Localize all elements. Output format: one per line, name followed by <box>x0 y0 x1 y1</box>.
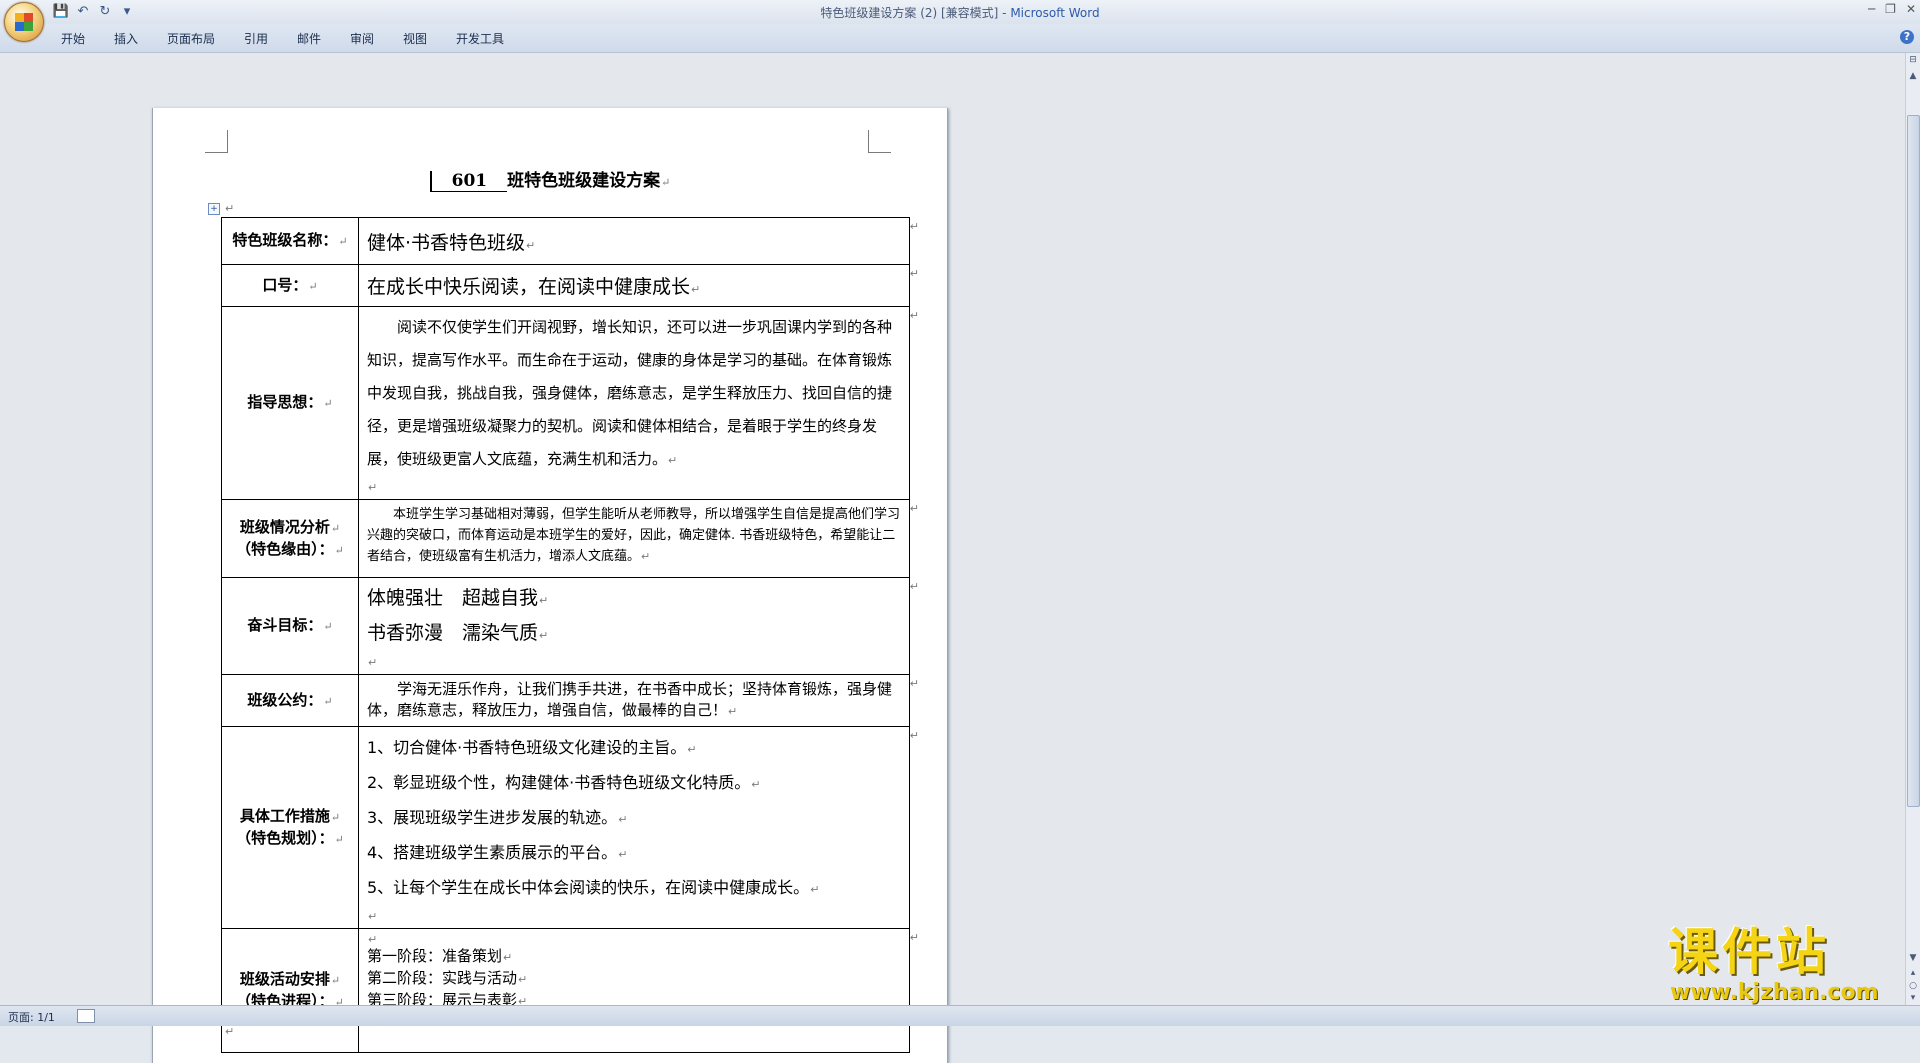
paragraph-mark: ↵ <box>225 202 235 215</box>
title-bar: 💾 ↶ ↻ ▾ 特色班级建设方案 (2) [兼容模式] - Microsoft … <box>0 0 1920 25</box>
office-button[interactable] <box>4 2 44 42</box>
help-icon[interactable]: ? <box>1900 30 1914 44</box>
tab-home[interactable]: 开始 <box>61 30 85 47</box>
list-item[interactable]: 5、让每个学生在成长中体会阅读的快乐，在阅读中健康成长。↵ <box>367 871 901 906</box>
row-content[interactable]: 阅读不仅使学生们开阔视野，增长知识，还可以进一步巩固课内学到的各种知识，提高写作… <box>358 306 919 500</box>
list-item[interactable]: 3、展现班级学生进步发展的轨迹。↵ <box>367 801 901 836</box>
table-row: 班级公约：↵ 学海无涯乐作舟，让我们携手共进，在书香中成长；坚持体育锻炼，强身健… <box>221 674 919 727</box>
row-content[interactable]: 健体·书香特色班级↵ ↵ <box>358 217 919 265</box>
table-row: 具体工作措施↵ （特色规划）：↵ 1、切合健体·书香特色班级文化建设的主旨。↵ 2… <box>221 726 919 929</box>
table-row: 奋斗目标：↵ 体魄强壮 超越自我↵ 书香弥漫 濡染气质↵ ↵ ↵ <box>221 577 919 675</box>
table-row: 班级活动安排↵ （特色进程）：↵ ↵ 第一阶段：准备策划↵ 第二阶段：实践与活动↵… <box>221 928 919 1053</box>
crop-mark-left <box>205 130 228 153</box>
previous-page-icon[interactable]: ▴ <box>1908 968 1918 978</box>
site-watermark: 课件站 www.kjzhan.com <box>1668 923 1879 1005</box>
row-label[interactable]: 奋斗目标：↵ <box>221 577 359 675</box>
browse-object-icon[interactable]: ○ <box>1908 981 1918 991</box>
scroll-thumb[interactable] <box>1907 115 1920 807</box>
tab-developer[interactable]: 开发工具 <box>456 30 504 47</box>
row-label[interactable]: 班级公约：↵ <box>221 674 359 727</box>
tab-insert[interactable]: 插入 <box>114 30 138 47</box>
table-row: 特色班级名称：↵ 健体·书香特色班级↵ ↵ <box>221 217 919 265</box>
restore-icon[interactable]: ❐ <box>1885 2 1896 16</box>
row-content[interactable]: ↵ 第一阶段：准备策划↵ 第二阶段：实践与活动↵ 第三阶段：展示与表彰↵ ↵ <box>358 928 919 1053</box>
row-content[interactable]: 本班学生学习基础相对薄弱，但学生能听从老师教导，所以增强学生自信是提高他们学习兴… <box>358 499 919 578</box>
table-row: 指导思想：↵ 阅读不仅使学生们开阔视野，增长知识，还可以进一步巩固课内学到的各种… <box>221 306 919 500</box>
window-controls: ─ ❐ ✕ <box>1868 2 1916 16</box>
window-title: 特色班级建设方案 (2) [兼容模式] - Microsoft Word <box>820 6 1100 20</box>
document-page[interactable]: 601 班特色班级建设方案↵ + ↵ 特色班级名称：↵ 健体·书香特色班级↵ ↵ 口… <box>152 108 948 1063</box>
row-content[interactable]: 学海无涯乐作舟，让我们携手共进，在书香中成长；坚持体育锻炼，强身健体，磨练意志，… <box>358 674 919 727</box>
ruler-toggle-icon[interactable]: ⊟ <box>1908 55 1918 65</box>
stage-item[interactable]: 第二阶段：实践与活动↵ <box>367 968 901 990</box>
table-row: 口号：↵ 在成长中快乐阅读，在阅读中健康成长↵ ↵ <box>221 264 919 307</box>
row-label[interactable]: 班级活动安排↵ （特色进程）：↵ <box>221 928 359 1053</box>
row-label[interactable]: 班级情况分析↵ （特色缘由）：↵ <box>221 499 359 578</box>
row-label[interactable]: 具体工作措施↵ （特色规划）：↵ <box>221 726 359 929</box>
watermark-url: www.kjzhan.com <box>1670 980 1879 1005</box>
row-label[interactable]: 指导思想：↵ <box>221 306 359 500</box>
document-title[interactable]: 601 班特色班级建设方案↵ <box>153 166 947 192</box>
tab-page-layout[interactable]: 页面布局 <box>167 30 215 47</box>
vertical-scrollbar[interactable]: ⊟ ▲ ▼ ▴ ○ ▾ <box>1905 53 1920 1005</box>
office-logo-icon <box>15 13 33 31</box>
tab-mailings[interactable]: 邮件 <box>297 30 321 47</box>
scroll-up-icon[interactable]: ▲ <box>1908 71 1918 81</box>
list-item[interactable]: 1、切合健体·书香特色班级文化建设的主旨。↵ <box>367 731 901 766</box>
table-row: 班级情况分析↵ （特色缘由）：↵ 本班学生学习基础相对薄弱，但学生能听从老师教导，… <box>221 499 919 578</box>
scroll-down-icon[interactable]: ▼ <box>1908 953 1918 963</box>
crop-mark-right <box>868 130 891 153</box>
paragraph-mark: ↵ <box>225 1025 235 1038</box>
row-label[interactable]: 特色班级名称：↵ <box>221 217 359 265</box>
title-text: 班特色班级建设方案 <box>507 171 661 191</box>
stage-item[interactable]: 第一阶段：准备策划↵ <box>367 946 901 968</box>
tab-references[interactable]: 引用 <box>244 30 268 47</box>
list-item[interactable]: 2、彰显班级个性，构建健体·书香特色班级文化特质。↵ <box>367 766 901 801</box>
ribbon-tabs: 开始 插入 页面布局 引用 邮件 审阅 视图 开发工具 ? <box>0 24 1920 53</box>
table-move-handle-icon[interactable]: + <box>208 203 220 215</box>
row-content[interactable]: 1、切合健体·书香特色班级文化建设的主旨。↵ 2、彰显班级个性，构建健体·书香特… <box>358 726 919 929</box>
class-number: 601 <box>429 171 508 192</box>
tab-view[interactable]: 视图 <box>403 30 427 47</box>
row-content[interactable]: 体魄强壮 超越自我↵ 书香弥漫 濡染气质↵ ↵ ↵ <box>358 577 919 675</box>
measures-list: 1、切合健体·书香特色班级文化建设的主旨。↵ 2、彰显班级个性，构建健体·书香特… <box>367 731 901 906</box>
macro-record-icon[interactable] <box>77 1009 95 1023</box>
next-page-icon[interactable]: ▾ <box>1908 993 1918 1003</box>
page-count[interactable]: 页面: 1/1 <box>8 1009 55 1025</box>
row-label[interactable]: 口号：↵ <box>221 264 359 307</box>
tab-review[interactable]: 审阅 <box>350 30 374 47</box>
status-bar: 页面: 1/1 <box>0 1005 1920 1026</box>
document-workspace: 601 班特色班级建设方案↵ + ↵ 特色班级名称：↵ 健体·书香特色班级↵ ↵ 口… <box>0 53 1906 1063</box>
close-icon[interactable]: ✕ <box>1906 2 1916 16</box>
minimize-icon[interactable]: ─ <box>1868 2 1875 16</box>
watermark-logo-text: 课件站 <box>1668 923 1830 981</box>
list-item[interactable]: 4、搭建班级学生素质展示的平台。↵ <box>367 836 901 871</box>
plan-table: 特色班级名称：↵ 健体·书香特色班级↵ ↵ 口号：↵ 在成长中快乐阅读，在阅读中健… <box>221 217 919 1053</box>
row-content[interactable]: 在成长中快乐阅读，在阅读中健康成长↵ ↵ <box>358 264 919 307</box>
